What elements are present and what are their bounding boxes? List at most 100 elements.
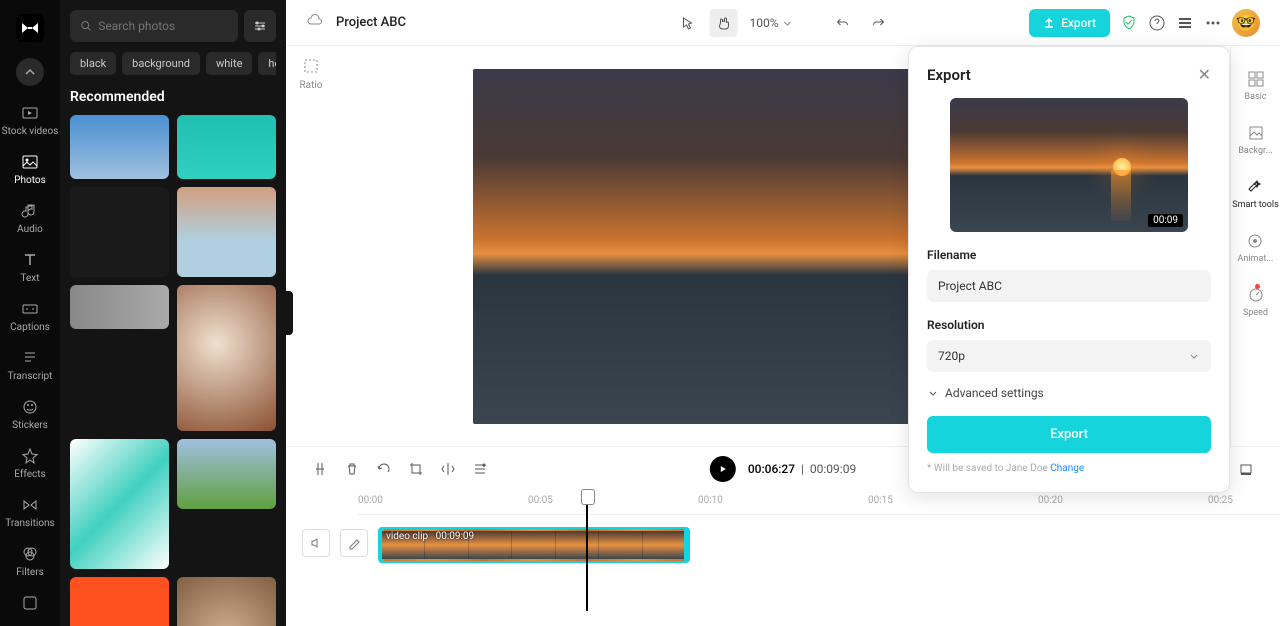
edit-track-button[interactable] [340, 529, 368, 557]
chevron-down-icon [1188, 350, 1200, 362]
clip-handle-right[interactable] [684, 529, 690, 561]
tag-item[interactable]: he [258, 52, 276, 75]
search-input[interactable] [98, 19, 228, 33]
nav-transcript[interactable]: Transcript [0, 341, 60, 390]
rail-basic[interactable]: Basic [1244, 70, 1266, 102]
tag-item[interactable]: background [122, 52, 200, 75]
sticker-icon [21, 398, 39, 416]
timeline-ruler[interactable]: 00:00 00:05 00:10 00:15 00:20 00:25 [358, 491, 1280, 515]
pointer-tool[interactable] [673, 9, 701, 37]
nav-label: Captions [10, 322, 50, 333]
animation-icon [1246, 232, 1264, 250]
undo-icon [836, 16, 850, 30]
advanced-settings-toggle[interactable]: Advanced settings [927, 386, 1211, 400]
cloud-icon [306, 12, 324, 34]
export-preview: 00:09 [950, 98, 1188, 232]
photo-thumbnail[interactable] [70, 285, 169, 329]
nav-captions[interactable]: Captions [0, 292, 60, 341]
chevron-down-icon [927, 387, 939, 399]
track-lane[interactable]: video clip 00:09:09 [378, 527, 1280, 569]
tag-item[interactable]: black [70, 52, 116, 75]
transcript-icon [21, 349, 39, 367]
back-button[interactable] [16, 58, 44, 86]
export-icon [1043, 17, 1055, 29]
app-logo[interactable] [12, 10, 48, 46]
layers-icon[interactable] [1176, 14, 1194, 32]
nav-text[interactable]: Text [0, 243, 60, 292]
photo-thumbnail[interactable] [70, 187, 169, 277]
rail-background[interactable]: Backgr... [1238, 124, 1272, 156]
nav-photos[interactable]: Photos [0, 145, 60, 194]
nav-stickers[interactable]: Stickers [0, 390, 60, 439]
play-button[interactable] [710, 456, 736, 482]
time-display: 00:06:27 | 00:09:09 [748, 462, 856, 476]
nav-audio[interactable]: Audio [0, 194, 60, 243]
nav-label: Stickers [12, 420, 48, 431]
photo-thumbnail[interactable] [70, 577, 169, 626]
captions-icon [21, 300, 39, 318]
photo-thumbnail[interactable] [177, 115, 276, 179]
export-panel: Export ✕ 00:09 Filename Resolution 720p … [908, 46, 1230, 493]
filter-button[interactable] [244, 10, 276, 42]
export-submit-button[interactable]: Export [927, 416, 1211, 453]
photo-thumbnail[interactable] [177, 577, 276, 626]
close-button[interactable]: ✕ [1198, 65, 1211, 84]
playhead[interactable] [586, 491, 588, 611]
rail-animation[interactable]: Animat... [1238, 232, 1274, 264]
collapse-handle[interactable] [285, 291, 293, 335]
export-button[interactable]: Export [1029, 9, 1110, 37]
redo-button[interactable] [865, 9, 893, 37]
rail-speed[interactable]: Speed [1243, 286, 1268, 318]
photo-thumbnail[interactable] [70, 439, 169, 569]
photo-thumbnail[interactable] [177, 439, 276, 509]
photo-thumbnail[interactable] [177, 285, 276, 431]
photo-thumbnail[interactable] [70, 115, 169, 179]
help-icon[interactable] [1148, 14, 1166, 32]
crop-button[interactable] [402, 455, 430, 483]
filename-label: Filename [927, 248, 1211, 262]
more-icon[interactable] [1204, 14, 1222, 32]
expand-button[interactable] [1232, 455, 1260, 483]
section-title: Recommended [70, 89, 276, 105]
delete-button[interactable] [338, 455, 366, 483]
project-name[interactable]: Project ABC [336, 15, 406, 30]
photo-thumbnail[interactable] [177, 187, 276, 277]
photo-grid [70, 115, 276, 626]
mute-track-button[interactable] [302, 529, 330, 557]
nav-stock-videos[interactable]: Stock videos [0, 96, 60, 145]
duration-badge: 00:09 [1148, 214, 1183, 227]
rotate-button[interactable] [370, 455, 398, 483]
filename-input[interactable] [927, 270, 1211, 302]
search-box[interactable] [70, 10, 238, 42]
redo-icon [872, 16, 886, 30]
zoom-level[interactable]: 100% [749, 16, 792, 30]
user-avatar[interactable]: 🤓 [1232, 9, 1260, 37]
nav-label: Filters [16, 567, 44, 578]
speaker-icon [309, 536, 323, 550]
auto-button[interactable] [466, 455, 494, 483]
tag-item[interactable]: white [206, 52, 252, 75]
adjust-icon [21, 594, 39, 612]
split-button[interactable] [306, 455, 334, 483]
ratio-button[interactable]: Ratio [299, 56, 322, 91]
nav-more[interactable] [0, 586, 60, 624]
resolution-select[interactable]: 720p [927, 340, 1211, 372]
nav-effects[interactable]: Effects [0, 439, 60, 488]
hand-tool[interactable] [709, 9, 737, 37]
undo-button[interactable] [829, 9, 857, 37]
nav-transitions[interactable]: Transitions [0, 488, 60, 537]
mirror-button[interactable] [434, 455, 462, 483]
transitions-icon [21, 496, 39, 514]
right-rail: Basic Backgr... Smart tools Animat... Sp… [1230, 46, 1280, 446]
video-clip[interactable]: video clip 00:09:09 [378, 527, 690, 563]
rail-smart-tools[interactable]: Smart tools [1232, 178, 1279, 210]
nav-filters[interactable]: Filters [0, 537, 60, 586]
main-area: Project ABC 100% Export 🤓 [286, 0, 1280, 626]
filters-icon [21, 545, 39, 563]
shield-icon[interactable] [1120, 14, 1138, 32]
nav-label: Audio [17, 224, 43, 235]
photo-icon [21, 153, 39, 171]
primary-nav: Stock videos Photos Audio Text Captions … [0, 0, 60, 626]
change-link[interactable]: Change [1050, 463, 1084, 474]
play-icon [718, 464, 728, 474]
